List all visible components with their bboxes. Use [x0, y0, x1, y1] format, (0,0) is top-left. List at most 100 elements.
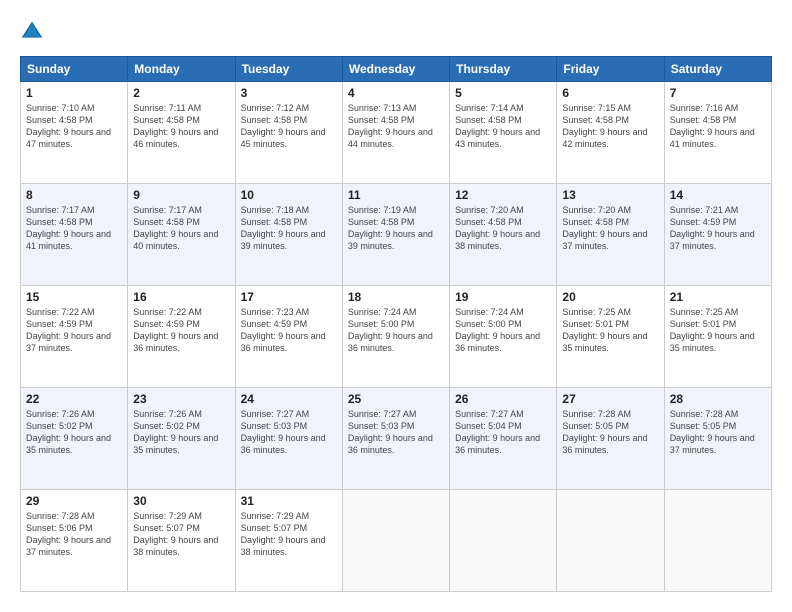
week-row-2: 8 Sunrise: 7:17 AMSunset: 4:58 PMDaylight…: [21, 184, 772, 286]
days-header-row: SundayMondayTuesdayWednesdayThursdayFrid…: [21, 57, 772, 82]
day-number: 28: [670, 392, 766, 406]
day-number: 10: [241, 188, 337, 202]
calendar-cell: 15Sunrise: 7:22 AMSunset: 4:59 PMDayligh…: [21, 286, 128, 388]
calendar-cell: 6 Sunrise: 7:15 AMSunset: 4:58 PMDaylight…: [557, 82, 664, 184]
calendar-cell: 2 Sunrise: 7:11 AMSunset: 4:58 PMDaylight…: [128, 82, 235, 184]
day-info: Sunrise: 7:15 AMSunset: 4:58 PMDaylight:…: [562, 103, 647, 149]
day-info: Sunrise: 7:10 AMSunset: 4:58 PMDaylight:…: [26, 103, 111, 149]
day-number: 26: [455, 392, 551, 406]
calendar-table: SundayMondayTuesdayWednesdayThursdayFrid…: [20, 56, 772, 592]
calendar-cell: 10Sunrise: 7:18 AMSunset: 4:58 PMDayligh…: [235, 184, 342, 286]
day-number: 20: [562, 290, 658, 304]
day-header-sunday: Sunday: [21, 57, 128, 82]
calendar-cell: 29Sunrise: 7:28 AMSunset: 5:06 PMDayligh…: [21, 490, 128, 592]
day-info: Sunrise: 7:23 AMSunset: 4:59 PMDaylight:…: [241, 307, 326, 353]
calendar-cell: 16 Sunrise: 7:22 AMSunset: 4:59 PMDayligh…: [128, 286, 235, 388]
header: [20, 20, 772, 44]
day-info: Sunrise: 7:28 AMSunset: 5:05 PMDaylight:…: [670, 409, 755, 455]
day-number: 6: [562, 86, 658, 100]
day-number: 9: [133, 188, 229, 202]
day-number: 7: [670, 86, 766, 100]
day-info: Sunrise: 7:24 AMSunset: 5:00 PMDaylight:…: [455, 307, 540, 353]
day-header-thursday: Thursday: [450, 57, 557, 82]
calendar-cell: 7 Sunrise: 7:16 AMSunset: 4:58 PMDaylight…: [664, 82, 771, 184]
calendar-cell: 5 Sunrise: 7:14 AMSunset: 4:58 PMDaylight…: [450, 82, 557, 184]
calendar-cell: 4Sunrise: 7:13 AMSunset: 4:58 PMDaylight…: [342, 82, 449, 184]
day-header-wednesday: Wednesday: [342, 57, 449, 82]
day-info: Sunrise: 7:13 AMSunset: 4:58 PMDaylight:…: [348, 103, 433, 149]
day-number: 17: [241, 290, 337, 304]
calendar-cell: 20 Sunrise: 7:25 AMSunset: 5:01 PMDayligh…: [557, 286, 664, 388]
day-number: 2: [133, 86, 229, 100]
day-number: 31: [241, 494, 337, 508]
calendar-cell: [557, 490, 664, 592]
day-info: Sunrise: 7:29 AMSunset: 5:07 PMDaylight:…: [133, 511, 218, 557]
day-info: Sunrise: 7:11 AMSunset: 4:58 PMDaylight:…: [133, 103, 218, 149]
calendar-cell: 17 Sunrise: 7:23 AMSunset: 4:59 PMDayligh…: [235, 286, 342, 388]
day-number: 23: [133, 392, 229, 406]
calendar-cell: [342, 490, 449, 592]
day-info: Sunrise: 7:12 AMSunset: 4:58 PMDaylight:…: [241, 103, 326, 149]
day-info: Sunrise: 7:27 AMSunset: 5:04 PMDaylight:…: [455, 409, 540, 455]
day-info: Sunrise: 7:29 AMSunset: 5:07 PMDaylight:…: [241, 511, 326, 557]
day-number: 12: [455, 188, 551, 202]
calendar-cell: 25 Sunrise: 7:27 AMSunset: 5:03 PMDayligh…: [342, 388, 449, 490]
calendar-cell: 13 Sunrise: 7:20 AMSunset: 4:58 PMDayligh…: [557, 184, 664, 286]
day-info: Sunrise: 7:20 AMSunset: 4:58 PMDaylight:…: [562, 205, 647, 251]
day-number: 3: [241, 86, 337, 100]
day-number: 8: [26, 188, 122, 202]
day-number: 27: [562, 392, 658, 406]
calendar-cell: 30 Sunrise: 7:29 AMSunset: 5:07 PMDayligh…: [128, 490, 235, 592]
day-info: Sunrise: 7:20 AMSunset: 4:58 PMDaylight:…: [455, 205, 540, 251]
day-number: 13: [562, 188, 658, 202]
day-number: 5: [455, 86, 551, 100]
calendar-cell: 22Sunrise: 7:26 AMSunset: 5:02 PMDayligh…: [21, 388, 128, 490]
calendar-cell: [450, 490, 557, 592]
day-number: 25: [348, 392, 444, 406]
day-info: Sunrise: 7:17 AMSunset: 4:58 PMDaylight:…: [26, 205, 111, 251]
week-row-5: 29Sunrise: 7:28 AMSunset: 5:06 PMDayligh…: [21, 490, 772, 592]
day-info: Sunrise: 7:24 AMSunset: 5:00 PMDaylight:…: [348, 307, 433, 353]
day-info: Sunrise: 7:19 AMSunset: 4:58 PMDaylight:…: [348, 205, 433, 251]
calendar-cell: 11 Sunrise: 7:19 AMSunset: 4:58 PMDayligh…: [342, 184, 449, 286]
calendar-cell: 21 Sunrise: 7:25 AMSunset: 5:01 PMDayligh…: [664, 286, 771, 388]
week-row-3: 15 Sunrise: 7:22 AMSunset: 4:59 PMDayligh…: [21, 286, 772, 388]
day-number: 22: [26, 392, 122, 406]
calendar-cell: 12 Sunrise: 7:20 AMSunset: 4:58 PMDayligh…: [450, 184, 557, 286]
day-info: Sunrise: 7:25 AMSunset: 5:01 PMDaylight:…: [562, 307, 647, 353]
calendar-cell: 31 Sunrise: 7:29 AMSunset: 5:07 PMDayligh…: [235, 490, 342, 592]
day-info: Sunrise: 7:22 AMSunset: 4:59 PMDaylight:…: [133, 307, 218, 353]
day-header-monday: Monday: [128, 57, 235, 82]
calendar-cell: 27 Sunrise: 7:28 AMSunset: 5:05 PMDayligh…: [557, 388, 664, 490]
logo-icon: [20, 20, 44, 44]
day-info: Sunrise: 7:27 AMSunset: 5:03 PMDaylight:…: [348, 409, 433, 455]
day-number: 15: [26, 290, 122, 304]
day-number: 11: [348, 188, 444, 202]
day-info: Sunrise: 7:26 AMSunset: 5:02 PMDaylight:…: [133, 409, 218, 455]
day-info: Sunrise: 7:16 AMSunset: 4:58 PMDaylight:…: [670, 103, 755, 149]
calendar-cell: 14Sunrise: 7:21 AMSunset: 4:59 PMDayligh…: [664, 184, 771, 286]
day-header-saturday: Saturday: [664, 57, 771, 82]
day-info: Sunrise: 7:28 AMSunset: 5:06 PMDaylight:…: [26, 511, 111, 557]
day-info: Sunrise: 7:25 AMSunset: 5:01 PMDaylight:…: [670, 307, 755, 353]
day-number: 21: [670, 290, 766, 304]
day-info: Sunrise: 7:17 AMSunset: 4:58 PMDaylight:…: [133, 205, 218, 251]
calendar-cell: 8 Sunrise: 7:17 AMSunset: 4:58 PMDaylight…: [21, 184, 128, 286]
day-info: Sunrise: 7:14 AMSunset: 4:58 PMDaylight:…: [455, 103, 540, 149]
logo: [20, 20, 48, 44]
day-number: 30: [133, 494, 229, 508]
page: SundayMondayTuesdayWednesdayThursdayFrid…: [0, 0, 792, 612]
week-row-4: 22 Sunrise: 7:26 AMSunset: 5:02 PMDayligh…: [21, 388, 772, 490]
day-info: Sunrise: 7:28 AMSunset: 5:05 PMDaylight:…: [562, 409, 647, 455]
calendar-cell: 28 Sunrise: 7:28 AMSunset: 5:05 PMDayligh…: [664, 388, 771, 490]
day-number: 18: [348, 290, 444, 304]
calendar-cell: 1Sunrise: 7:10 AMSunset: 4:58 PMDaylight…: [21, 82, 128, 184]
calendar-cell: 3 Sunrise: 7:12 AMSunset: 4:58 PMDaylight…: [235, 82, 342, 184]
calendar-cell: 26 Sunrise: 7:27 AMSunset: 5:04 PMDayligh…: [450, 388, 557, 490]
calendar-cell: 19 Sunrise: 7:24 AMSunset: 5:00 PMDayligh…: [450, 286, 557, 388]
day-number: 16: [133, 290, 229, 304]
calendar-cell: 9 Sunrise: 7:17 AMSunset: 4:58 PMDaylight…: [128, 184, 235, 286]
calendar-cell: [664, 490, 771, 592]
day-info: Sunrise: 7:27 AMSunset: 5:03 PMDaylight:…: [241, 409, 326, 455]
day-number: 19: [455, 290, 551, 304]
